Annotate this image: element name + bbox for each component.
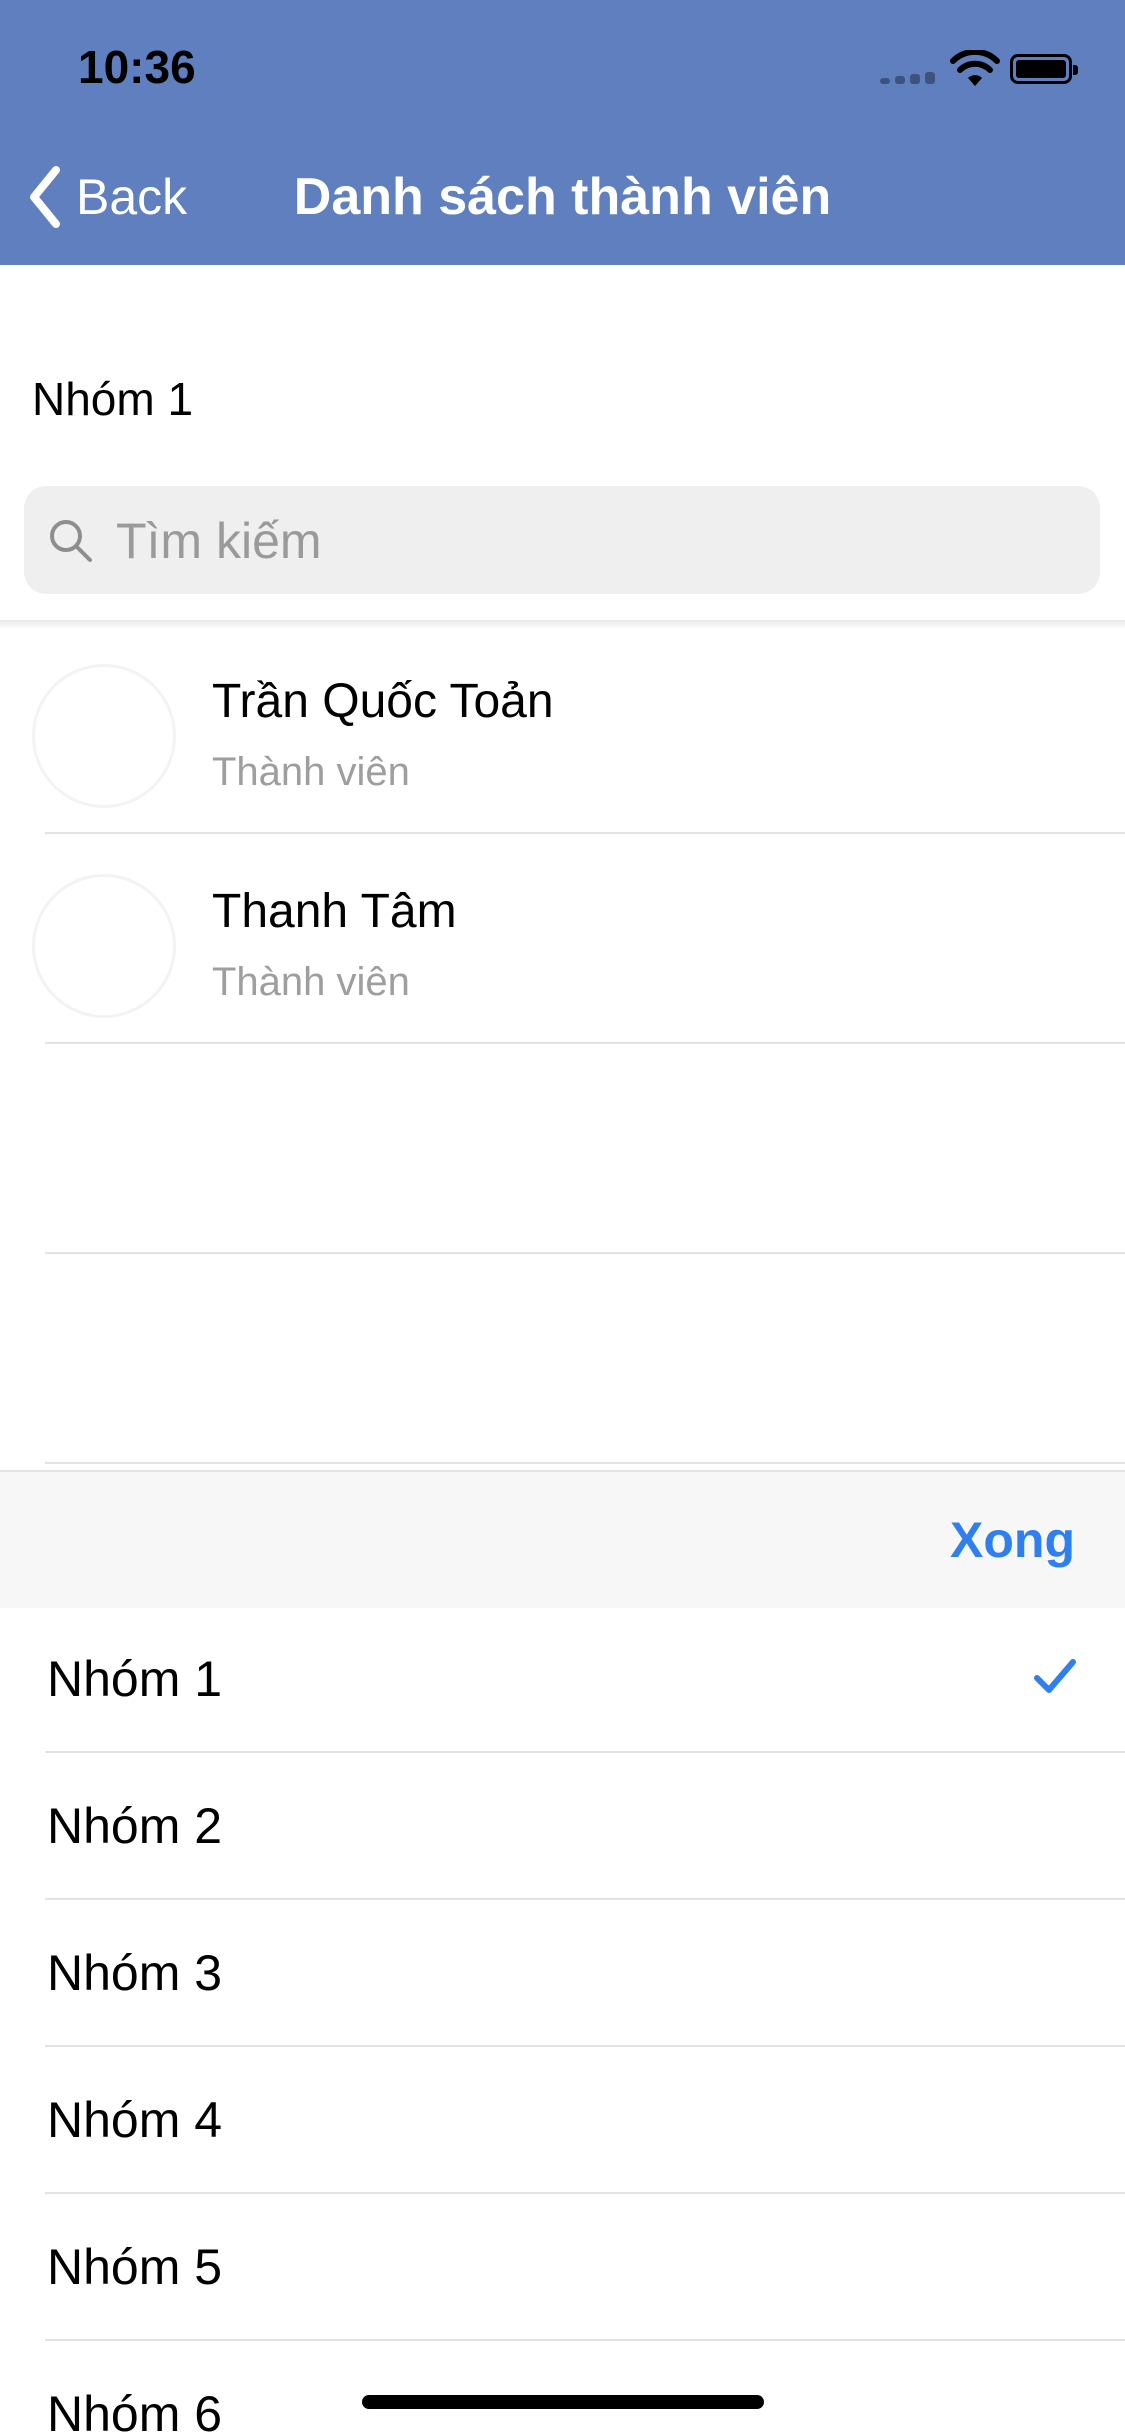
- group-option-label: Nhóm 3: [47, 1945, 223, 2001]
- search-input[interactable]: [114, 486, 1018, 596]
- search-icon: [50, 520, 92, 562]
- avatar: [32, 664, 176, 808]
- search-shadow-divider: [0, 620, 1125, 630]
- cellular-signal-icon: [880, 70, 936, 84]
- group-option-label: Nhóm 2: [47, 1798, 223, 1854]
- done-button[interactable]: Xong: [950, 1472, 1075, 1608]
- avatar: [32, 874, 176, 1018]
- group-option-label: Nhóm 4: [47, 2092, 223, 2148]
- group-option-label: Nhóm 5: [47, 2239, 223, 2295]
- member-role: Thành viên: [212, 960, 410, 1004]
- member-name: Thanh Tâm: [212, 885, 457, 938]
- group-option-label: Nhóm 1: [47, 1651, 223, 1707]
- member-list-item[interactable]: Thanh Tâm Thành viên: [0, 840, 1125, 1050]
- group-option[interactable]: Nhóm 2: [0, 1753, 1125, 1900]
- search-bar[interactable]: [24, 486, 1100, 596]
- wifi-icon: [950, 50, 1000, 86]
- status-time: 10:36: [78, 41, 196, 93]
- member-name: Trần Quốc Toản: [212, 675, 554, 728]
- group-option[interactable]: Nhóm 5: [0, 2194, 1125, 2341]
- member-role: Thành viên: [212, 750, 410, 794]
- battery-icon: [1010, 54, 1078, 84]
- group-option[interactable]: Nhóm 6: [0, 2341, 1125, 2436]
- row-divider: [45, 832, 1125, 834]
- home-indicator[interactable]: [362, 2395, 764, 2409]
- selected-group-label[interactable]: Nhóm 1: [32, 372, 193, 426]
- checkmark-icon: [1034, 1659, 1076, 1693]
- navigation-header: 10:36 Back Danh sách thành viên: [0, 0, 1125, 265]
- group-option[interactable]: Nhóm 3: [0, 1900, 1125, 2047]
- member-list-item[interactable]: Trần Quốc Toản Thành viên: [0, 630, 1125, 840]
- row-divider: [45, 1042, 1125, 1044]
- group-option[interactable]: Nhóm 1: [0, 1606, 1125, 1753]
- group-option[interactable]: Nhóm 4: [0, 2047, 1125, 2194]
- row-divider: [45, 1462, 1125, 1464]
- row-divider: [45, 1252, 1125, 1254]
- picker-toolbar: Xong: [0, 1470, 1125, 1608]
- group-option-label: Nhóm 6: [47, 2386, 223, 2436]
- page-title: Danh sách thành viên: [293, 168, 832, 226]
